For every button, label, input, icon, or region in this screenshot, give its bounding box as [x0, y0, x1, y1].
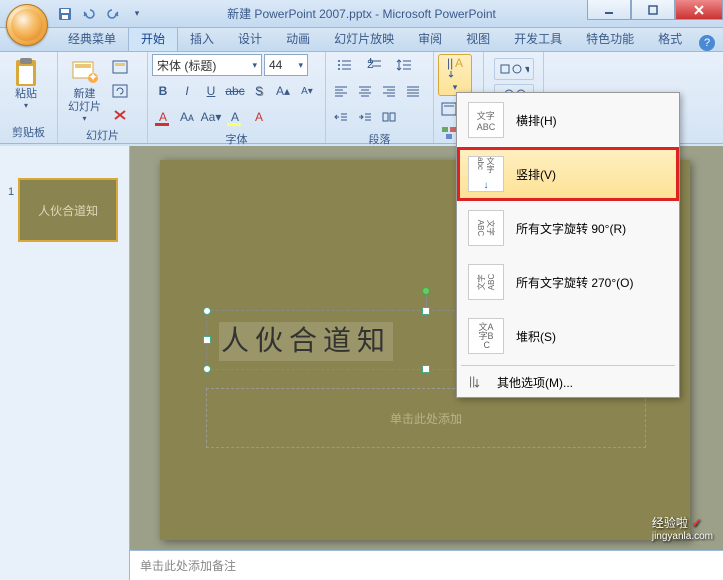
svg-text:▾: ▾ [525, 62, 529, 76]
font-color-button[interactable]: A [152, 106, 174, 128]
font-size-combo[interactable]: 44▾ [264, 54, 308, 76]
highlight-button[interactable]: A [224, 106, 246, 128]
minimize-button[interactable] [587, 0, 631, 20]
rotate90-icon: 文字 ABC [468, 210, 504, 246]
resize-handle[interactable] [203, 307, 211, 315]
text-direction-icon: ||A [443, 57, 467, 81]
resize-handle[interactable] [422, 307, 430, 315]
shrink-font-button[interactable]: A▾ [296, 80, 318, 102]
char-spacing-button[interactable]: Aᴀ [176, 106, 198, 128]
resize-handle[interactable] [203, 336, 211, 344]
text-direction-horizontal[interactable]: 文字 ABC 横排(H) [457, 93, 679, 147]
clipboard-group-label: 剪贴板 [4, 123, 53, 141]
underline-button[interactable]: U [200, 80, 222, 102]
text-direction-more[interactable]: || 其他选项(M)... [457, 368, 679, 397]
maximize-button[interactable] [631, 0, 675, 20]
notes-pane[interactable]: 单击此处添加备注 [130, 550, 723, 580]
vertical-icon: 文字abc↓ [468, 156, 504, 192]
line-spacing-button[interactable] [390, 54, 418, 76]
decrease-indent-button[interactable] [330, 106, 352, 128]
tab-format[interactable]: 格式 [646, 26, 694, 51]
menu-separator [461, 365, 675, 366]
bullets-button[interactable] [330, 54, 358, 76]
title-text[interactable]: 人伙合道知 [219, 322, 393, 361]
text-direction-vertical[interactable]: 文字abc↓ 竖排(V) [457, 147, 679, 201]
columns-button[interactable] [378, 106, 400, 128]
svg-text:2: 2 [367, 58, 374, 71]
horizontal-icon: 文字 ABC [468, 102, 504, 138]
text-direction-stacked[interactable]: 文A 字B C 堆积(S) [457, 309, 679, 363]
svg-text:A: A [455, 57, 463, 70]
tab-review[interactable]: 审阅 [406, 26, 454, 51]
more-options-icon: || [467, 375, 487, 391]
align-left-button[interactable] [330, 80, 352, 102]
save-icon[interactable] [56, 5, 74, 23]
tab-home[interactable]: 开始 [128, 25, 178, 51]
align-right-button[interactable] [378, 80, 400, 102]
shadow-button[interactable]: S [248, 80, 270, 102]
numbering-button[interactable]: 12 [360, 54, 388, 76]
rotation-handle[interactable] [422, 287, 430, 295]
rotate270-icon: 文字 ABC [468, 264, 504, 300]
text-direction-button[interactable]: ||A ▾ [438, 54, 472, 96]
close-button[interactable] [675, 0, 723, 20]
tab-classic[interactable]: 经典菜单 [56, 26, 128, 51]
layout-icon[interactable] [109, 56, 131, 78]
svg-text:||: || [447, 57, 453, 70]
undo-icon[interactable] [80, 5, 98, 23]
reset-icon[interactable] [109, 80, 131, 102]
text-direction-rotate90[interactable]: 文字 ABC 所有文字旋转 90°(R) [457, 201, 679, 255]
resize-handle[interactable] [203, 365, 211, 373]
slide-thumbnail[interactable]: 1 人伙合道知 [8, 178, 121, 242]
italic-button[interactable]: I [176, 80, 198, 102]
change-case-button[interactable]: Aa▾ [200, 106, 222, 128]
tab-animation[interactable]: 动画 [274, 26, 322, 51]
tab-view[interactable]: 视图 [454, 26, 502, 51]
office-button[interactable] [6, 4, 48, 46]
tab-slideshow[interactable]: 幻灯片放映 [322, 26, 406, 51]
thumbnail-number: 1 [8, 178, 14, 198]
strike-button[interactable]: abc [224, 80, 246, 102]
grow-font-button[interactable]: A▴ [272, 80, 294, 102]
watermark: 经验啦 ✓ jingyanla.com [652, 514, 713, 542]
paste-button[interactable]: 粘贴 ▾ [4, 54, 48, 112]
slides-group-label: 幻灯片 [62, 126, 143, 144]
text-direction-menu: 文字 ABC 横排(H) 文字abc↓ 竖排(V) 文字 ABC 所有文字旋转 … [456, 92, 680, 398]
tab-addins[interactable]: 特色功能 [574, 26, 646, 51]
text-direction-rotate270[interactable]: 文字 ABC 所有文字旋转 270°(O) [457, 255, 679, 309]
svg-text:||: || [469, 375, 475, 388]
help-button[interactable]: ? [699, 35, 715, 51]
clipboard-icon [10, 56, 42, 88]
window-title: 新建 PowerPoint 2007.pptx - Microsoft Powe… [227, 5, 496, 22]
svg-text:✦: ✦ [87, 70, 97, 84]
new-slide-icon: ✦ [69, 56, 101, 88]
bold-button[interactable]: B [152, 80, 174, 102]
font-name-combo[interactable]: 宋体 (标题)▾ [152, 54, 262, 76]
stacked-icon: 文A 字B C [468, 318, 504, 354]
redo-icon[interactable] [104, 5, 122, 23]
clear-format-button[interactable]: A [248, 106, 270, 128]
justify-button[interactable] [402, 80, 424, 102]
qat-more-icon[interactable]: ▾ [128, 5, 146, 23]
align-center-button[interactable] [354, 80, 376, 102]
tab-insert[interactable]: 插入 [178, 26, 226, 51]
shapes-button[interactable]: ▾ [494, 58, 534, 80]
delete-icon[interactable] [109, 104, 131, 126]
thumbnail-panel: 1 人伙合道知 [0, 146, 130, 580]
resize-handle[interactable] [422, 365, 430, 373]
increase-indent-button[interactable] [354, 106, 376, 128]
tab-developer[interactable]: 开发工具 [502, 26, 574, 51]
tab-design[interactable]: 设计 [226, 26, 274, 51]
new-slide-button[interactable]: ✦ 新建 幻灯片 ▾ [62, 54, 107, 125]
